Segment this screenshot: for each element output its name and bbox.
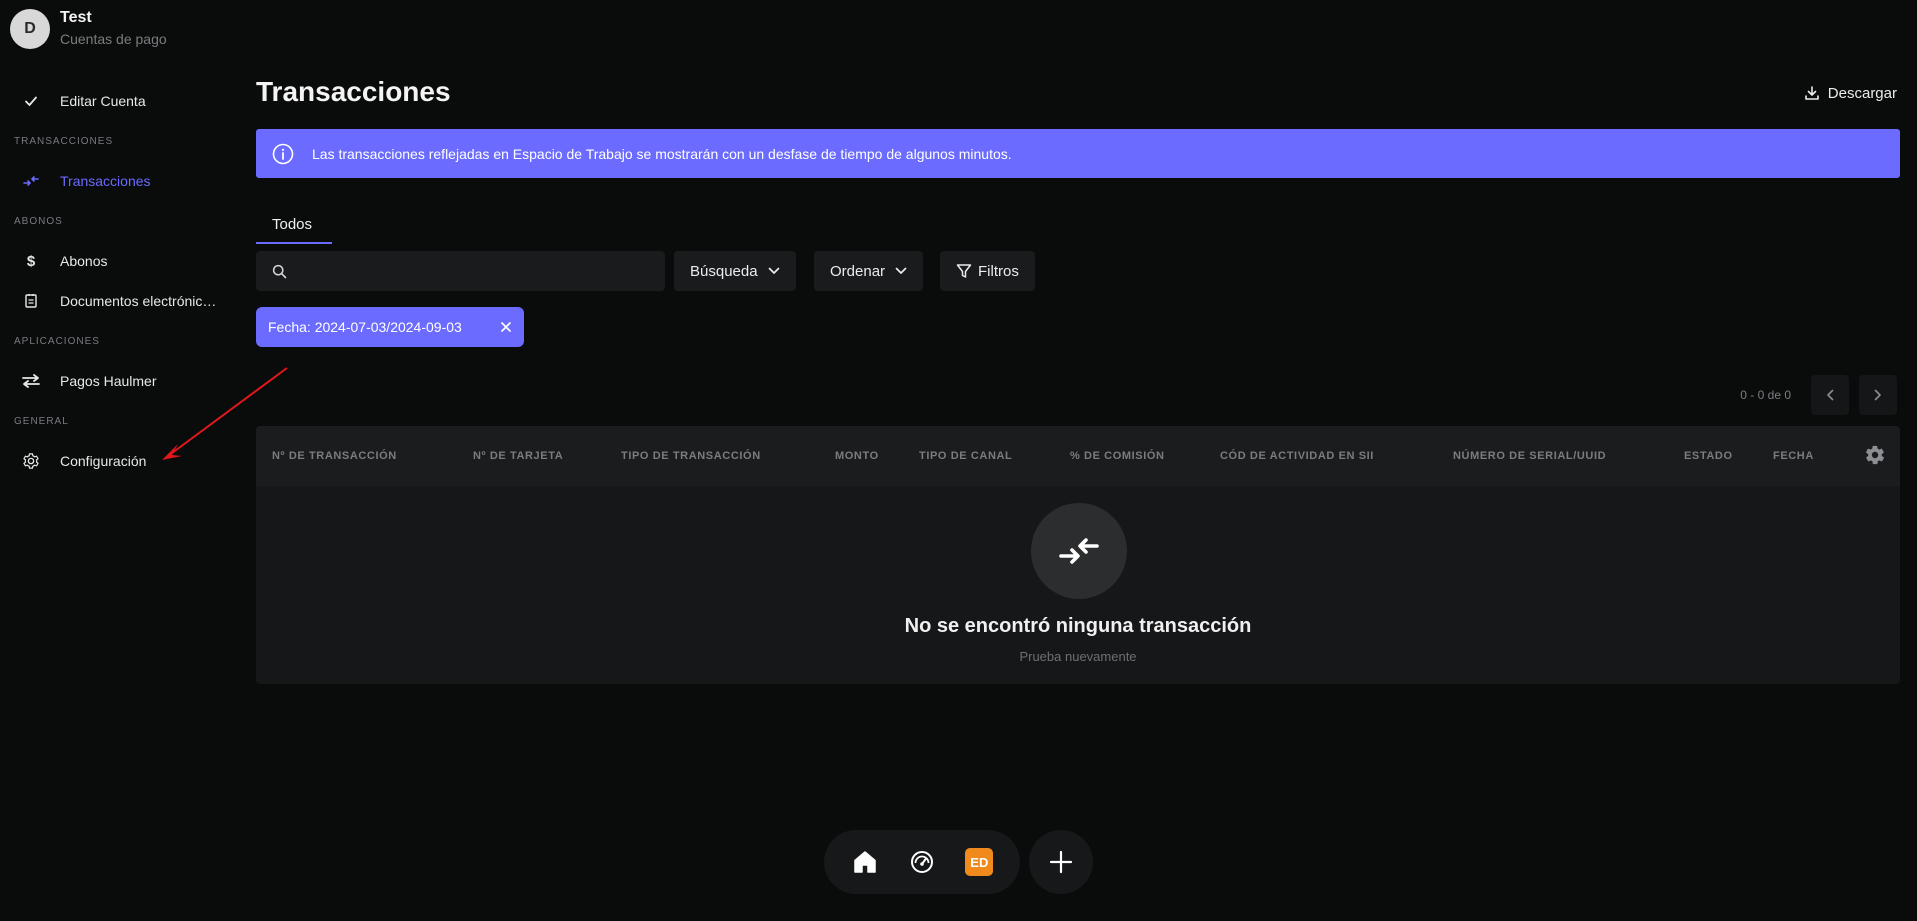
- chevron-left-icon: [1826, 389, 1834, 401]
- section-label-general: GENERAL: [14, 416, 69, 427]
- filters-label: Filtros: [978, 262, 1019, 280]
- column-header-commission[interactable]: % DE COMISIÓN: [1070, 450, 1165, 462]
- column-header-amount[interactable]: MONTO: [835, 450, 879, 462]
- section-label-payments: ABONOS: [14, 216, 63, 227]
- chevron-right-icon: [1874, 389, 1882, 401]
- info-icon: [272, 143, 294, 165]
- tab-all[interactable]: Todos: [256, 206, 332, 244]
- search-field-label: Búsqueda: [690, 262, 758, 280]
- sidebar-item-payments[interactable]: $ Abonos: [10, 245, 230, 277]
- table-settings-icon[interactable]: [1864, 444, 1886, 471]
- column-header-date[interactable]: FECHA: [1773, 450, 1814, 462]
- sidebar-item-transactions[interactable]: Transacciones: [10, 165, 230, 197]
- section-label-applications: APLICACIONES: [14, 336, 100, 347]
- speedometer-icon: [909, 849, 935, 875]
- sidebar-item-label: Transacciones: [60, 173, 151, 189]
- dollar-icon: $: [26, 252, 36, 270]
- next-page-button[interactable]: [1859, 375, 1897, 415]
- sidebar-item-label: Editar Cuenta: [60, 93, 146, 109]
- account-name: Test: [60, 9, 92, 26]
- avatar[interactable]: D: [10, 8, 50, 49]
- date-filter-label: Fecha: 2024-07-03/2024-09-03: [268, 319, 462, 335]
- search-box[interactable]: [256, 251, 665, 291]
- sidebar-item-label: Pagos Haulmer: [60, 373, 157, 389]
- account-subtitle: Cuentas de pago: [60, 31, 167, 47]
- app-root: D Test Cuentas de pago Editar Cuenta TRA…: [0, 0, 1917, 921]
- tab-bar: Todos: [256, 206, 332, 244]
- search-input[interactable]: [297, 262, 637, 280]
- close-icon[interactable]: [500, 321, 512, 333]
- sidebar-item-documents[interactable]: Documentos electrónic…: [10, 285, 230, 317]
- home-button[interactable]: [845, 842, 885, 882]
- chevron-down-icon: [895, 267, 907, 275]
- sort-label: Ordenar: [830, 262, 886, 280]
- chevron-down-icon: [768, 267, 780, 275]
- info-banner: Las transacciones reflejadas en Espacio …: [256, 129, 1900, 178]
- add-button[interactable]: [1029, 830, 1093, 894]
- transactions-table: Nº DE TRANSACCIÓN Nº DE TARJETA TIPO DE …: [256, 426, 1900, 684]
- column-header-transaction-type[interactable]: TIPO DE TRANSACCIÓN: [621, 450, 761, 462]
- sidebar-item-edit-account[interactable]: Editar Cuenta: [10, 85, 230, 117]
- previous-page-button[interactable]: [1811, 375, 1849, 415]
- filters-button[interactable]: Filtros: [940, 251, 1035, 291]
- sidebar-item-label: Abonos: [60, 253, 108, 269]
- column-header-serial-uuid[interactable]: NÚMERO DE SERIAL/UUID: [1453, 450, 1606, 462]
- pagination: 0 - 0 de 0: [1740, 375, 1897, 415]
- profile-text: Test Cuentas de pago: [60, 8, 167, 49]
- column-header-sii-activity-code[interactable]: CÓD DE ACTIVIDAD EN SII: [1220, 450, 1374, 462]
- sidebar-item-label: Documentos electrónic…: [60, 293, 217, 309]
- gear-icon: [20, 450, 42, 472]
- date-filter-chip[interactable]: Fecha: 2024-07-03/2024-09-03: [256, 307, 524, 347]
- section-label-transactions: TRANSACCIONES: [14, 136, 114, 147]
- table-header: Nº DE TRANSACCIÓN Nº DE TARJETA TIPO DE …: [256, 426, 1900, 486]
- column-header-channel-type[interactable]: TIPO DE CANAL: [919, 450, 1012, 462]
- check-icon: [20, 90, 42, 112]
- column-header-transaction-number[interactable]: Nº DE TRANSACCIÓN: [272, 450, 397, 462]
- pagination-range: 0 - 0 de 0: [1740, 388, 1791, 402]
- empty-state-title: No se encontró ninguna transacción: [904, 615, 1252, 637]
- empty-state-subtitle: Prueba nuevamente: [1019, 649, 1137, 664]
- page-title: Transacciones: [256, 76, 451, 107]
- document-icon: [20, 290, 42, 312]
- filter-icon: [956, 263, 972, 279]
- dashboard-button[interactable]: [902, 842, 942, 882]
- swap-icon: [20, 370, 42, 392]
- search-icon: [272, 264, 287, 279]
- transfer-arrows-icon: [1058, 536, 1100, 566]
- sort-select[interactable]: Ordenar: [814, 251, 924, 291]
- column-header-card-number[interactable]: Nº DE TARJETA: [473, 450, 563, 462]
- workspace-button[interactable]: ED: [959, 842, 999, 882]
- search-field-select[interactable]: Búsqueda: [674, 251, 796, 291]
- account-profile[interactable]: D Test Cuentas de pago: [10, 8, 167, 49]
- transfer-arrows-icon: [20, 170, 42, 192]
- workspace-badge: ED: [965, 848, 994, 876]
- bottom-dock: ED: [824, 830, 1020, 894]
- home-icon: [852, 849, 878, 875]
- download-icon: [1804, 85, 1820, 101]
- empty-state-icon-circle: [1031, 503, 1127, 599]
- column-header-status[interactable]: ESTADO: [1684, 450, 1733, 462]
- sidebar-item-label: Configuración: [60, 453, 147, 469]
- download-label: Descargar: [1827, 84, 1897, 102]
- info-banner-text: Las transacciones reflejadas en Espacio …: [312, 145, 1012, 162]
- download-button[interactable]: Descargar: [1804, 82, 1897, 104]
- plus-icon: [1048, 849, 1074, 875]
